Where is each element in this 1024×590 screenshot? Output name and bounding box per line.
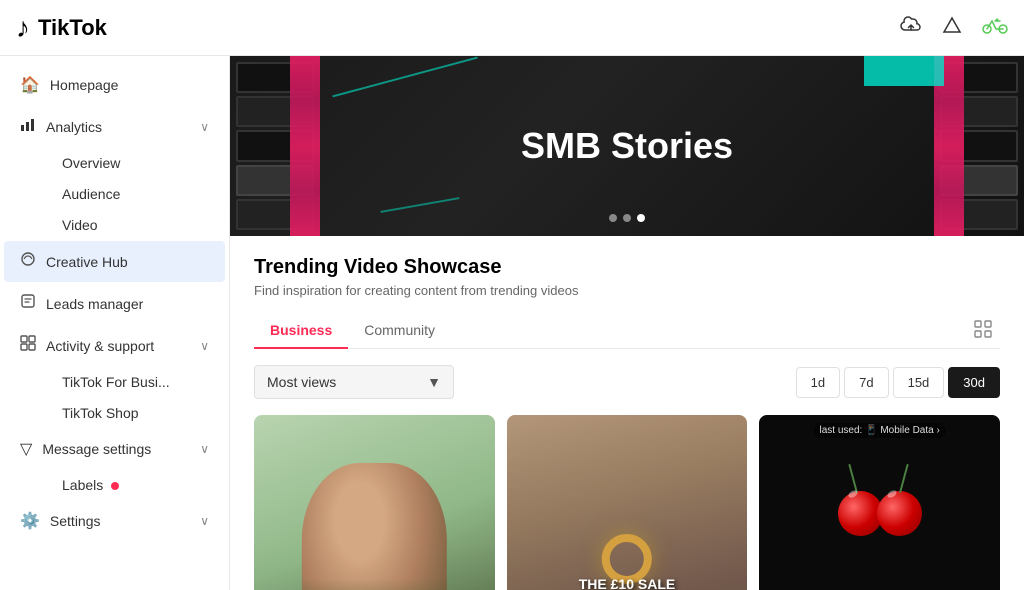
analytics-subitems: Overview Audience Video	[0, 148, 229, 240]
settings-chevron: ∨	[200, 514, 209, 528]
layout: 🏠 Homepage Analytics ∨ Overview Audience…	[0, 56, 1024, 590]
content-area: Trending Video Showcase Find inspiration…	[230, 236, 1024, 590]
banner-pink-left	[290, 56, 320, 236]
filter-label: Most views	[267, 374, 336, 390]
tiktok-logo-icon: ♪	[16, 12, 30, 44]
banner-dot-2[interactable]	[623, 214, 631, 222]
sidebar-item-analytics[interactable]: Analytics ∨	[4, 106, 225, 147]
activity-icon	[20, 335, 36, 356]
message-settings-icon: ▽	[20, 439, 32, 459]
tab-business[interactable]: Business	[254, 314, 348, 348]
banner-line-2	[380, 197, 459, 213]
sidebar-item-labels[interactable]: Labels	[46, 470, 225, 500]
triangle-icon[interactable]	[942, 15, 962, 41]
time-btn-30d[interactable]: 30d	[948, 367, 1000, 398]
sale-text: THE £10 SALEIS BACK!	[579, 576, 675, 590]
banner-title: SMB Stories	[521, 125, 733, 167]
time-btn-7d[interactable]: 7d	[844, 367, 888, 398]
cherry-shine-left	[847, 489, 859, 499]
sidebar-item-video[interactable]: Video	[46, 210, 225, 240]
sidebar-item-tiktok-busi[interactable]: TikTok For Busi...	[46, 367, 225, 397]
sidebar: 🏠 Homepage Analytics ∨ Overview Audience…	[0, 56, 230, 590]
grid-layout-icon[interactable]	[966, 320, 1000, 343]
cherry-right	[877, 491, 922, 536]
analytics-chevron: ∨	[200, 120, 209, 134]
video-card-cherry[interactable]: last used: 📱 Mobile Data › Cherry (DON'T…	[759, 415, 1000, 590]
header: ♪ TikTok	[0, 0, 1024, 56]
stem-left	[848, 464, 858, 493]
banner-line-1	[332, 57, 477, 98]
sidebar-item-overview[interactable]: Overview	[46, 148, 225, 178]
logo-text: TikTok	[38, 15, 107, 41]
filter-chevron-icon: ▼	[427, 374, 441, 390]
banner: SMB Stories	[230, 56, 1024, 236]
logo: ♪ TikTok	[16, 12, 107, 44]
tab-community[interactable]: Community	[348, 314, 451, 348]
time-btn-1d[interactable]: 1d	[796, 367, 840, 398]
activity-support-label: Activity & support	[46, 338, 190, 354]
banner-teal-accent	[864, 56, 944, 86]
message-chevron: ∨	[200, 442, 209, 456]
cherry-shine-right	[886, 489, 898, 499]
settings-label: Settings	[50, 513, 190, 529]
time-filter-buttons: 1d 7d 15d 30d	[796, 367, 1000, 398]
labels-label: Labels	[62, 477, 103, 493]
settings-icon: ⚙️	[20, 511, 40, 531]
card-person-face	[302, 463, 446, 590]
creative-hub-icon	[20, 251, 36, 272]
video-card-ring-sale[interactable]: THE £10 SALEIS BACK!	[507, 415, 748, 590]
cherry-visual	[838, 463, 922, 536]
banner-dot-3[interactable]	[637, 214, 645, 222]
card-shirt	[302, 579, 446, 590]
main-content: SMB Stories Trending Video Showcase Find…	[230, 56, 1024, 590]
sidebar-item-leads-manager[interactable]: Leads manager	[4, 283, 225, 324]
leads-manager-label: Leads manager	[46, 296, 209, 312]
message-settings-label: Message settings	[42, 441, 190, 457]
sidebar-item-activity-support[interactable]: Activity & support ∨	[4, 325, 225, 366]
sidebar-item-audience[interactable]: Audience	[46, 179, 225, 209]
sidebar-item-creative-hub[interactable]: Creative Hub	[4, 241, 225, 282]
filter-dropdown[interactable]: Most views ▼	[254, 365, 454, 399]
sidebar-item-label: Homepage	[50, 77, 209, 93]
stem-right	[899, 464, 909, 493]
sidebar-item-tiktok-shop[interactable]: TikTok Shop	[46, 398, 225, 428]
filter-row: Most views ▼ 1d 7d 15d 30d	[254, 365, 1000, 399]
home-icon: 🏠	[20, 75, 40, 95]
analytics-icon	[20, 116, 36, 137]
video-grid: THE £10 SALEIS BACK!	[254, 415, 1000, 590]
section-subtitle: Find inspiration for creating content fr…	[254, 283, 1000, 298]
banner-dots	[609, 214, 645, 222]
creative-hub-label: Creative Hub	[46, 254, 209, 270]
sidebar-item-settings[interactable]: ⚙️ Settings ∨	[4, 501, 225, 541]
bike-icon[interactable]	[982, 15, 1008, 41]
header-icons	[900, 15, 1008, 41]
banner-dot-1[interactable]	[609, 214, 617, 222]
sidebar-item-message-settings[interactable]: ▽ Message settings ∨	[4, 429, 225, 469]
activity-subitems: TikTok For Busi... TikTok Shop	[0, 367, 229, 428]
time-btn-15d[interactable]: 15d	[893, 367, 945, 398]
tabs: Business Community	[254, 314, 1000, 349]
message-subitems: Labels	[0, 470, 229, 500]
card-ring-visual	[543, 479, 711, 590]
section-title: Trending Video Showcase	[254, 256, 1000, 279]
cloud-icon[interactable]	[900, 16, 922, 40]
labels-badge	[111, 482, 119, 490]
leads-icon	[20, 293, 36, 314]
sidebar-item-homepage[interactable]: 🏠 Homepage	[4, 65, 225, 105]
analytics-label: Analytics	[46, 119, 190, 135]
video-card-beckham[interactable]	[254, 415, 495, 590]
activity-chevron: ∨	[200, 339, 209, 353]
cherry-info-text: last used: 📱 Mobile Data ›	[814, 423, 946, 438]
